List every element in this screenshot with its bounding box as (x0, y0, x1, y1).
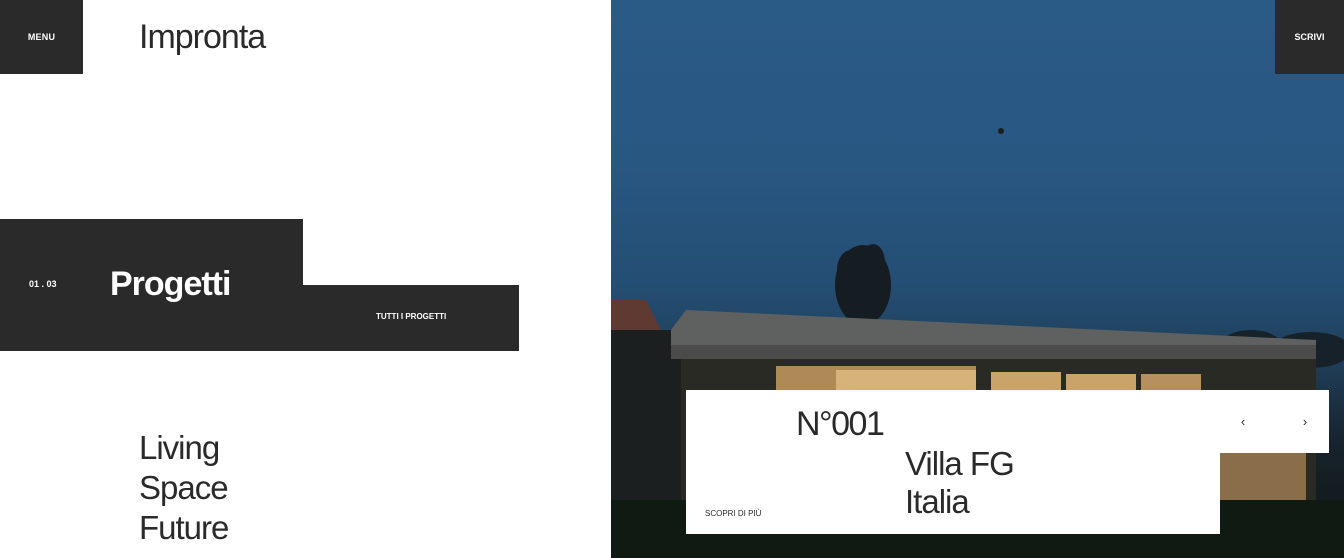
tagline-line: Space (139, 469, 229, 506)
discover-more-link[interactable]: SCOPRI DI PIÙ (705, 509, 761, 518)
tagline-line: Future (139, 509, 229, 546)
project-number: N°001 (796, 405, 885, 443)
slide-counter: 01 . 03 (29, 279, 57, 289)
contact-button[interactable]: SCRIVI (1275, 0, 1344, 74)
project-name: Villa FG (905, 445, 1015, 482)
all-projects-link[interactable]: TUTTI I PROGETTI (376, 312, 446, 321)
tagline: Living Space Future (139, 428, 229, 548)
page: MENU Impronta 01 . 03 Progetti TUTTI I P… (0, 0, 1344, 558)
chevron-left-icon[interactable]: ‹ (1234, 412, 1252, 430)
brand-logo[interactable]: Impronta (139, 18, 266, 57)
projects-title: Progetti (110, 265, 231, 303)
project-location: Italia (905, 483, 970, 520)
menu-button[interactable]: MENU (0, 0, 83, 74)
project-card (686, 390, 1329, 453)
cursor-dot (998, 128, 1004, 134)
chevron-right-icon[interactable]: › (1296, 412, 1314, 430)
tagline-line: Living (139, 429, 220, 466)
project-title[interactable]: Villa FG Italia (905, 445, 1015, 521)
